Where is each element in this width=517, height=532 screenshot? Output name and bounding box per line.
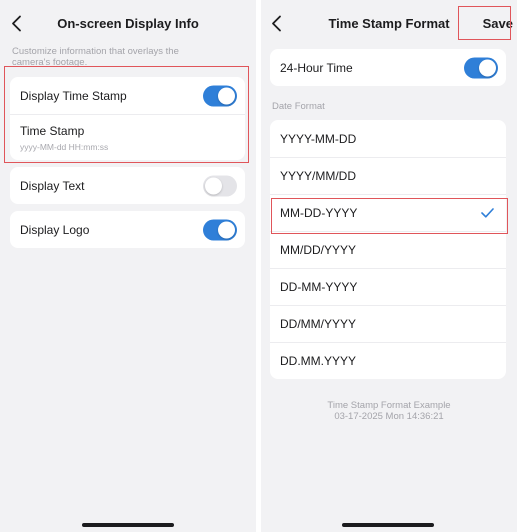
hour-format-card: 24-Hour Time — [270, 49, 506, 86]
display-logo-toggle[interactable] — [203, 219, 237, 240]
osd-header: On-screen Display Info — [0, 0, 256, 46]
display-logo-card: Display Logo — [10, 211, 245, 248]
display-time-stamp-row[interactable]: Display Time Stamp — [10, 77, 245, 114]
date-format-section-label: Date Format — [272, 101, 325, 112]
osd-description: Customize information that overlays the … — [12, 46, 179, 66]
checkmark-icon — [481, 208, 494, 218]
24-hour-time-toggle[interactable] — [464, 57, 498, 78]
date-format-option[interactable]: MM/DD/YYYY — [270, 231, 506, 268]
display-text-card: Display Text — [10, 167, 245, 204]
date-format-option-label: YYYY/MM/DD — [280, 169, 357, 183]
24-hour-time-row[interactable]: 24-Hour Time — [270, 49, 506, 86]
date-format-option-label: MM/DD/YYYY — [280, 243, 357, 257]
time-stamp-card: Display Time Stamp Time Stamp yyyy-MM-dd… — [10, 77, 245, 160]
date-format-option-label: MM-DD-YYYY — [280, 206, 358, 220]
time-stamp-value: yyyy-MM-dd HH:mm:ss — [20, 142, 109, 152]
date-format-option[interactable]: YYYY/MM/DD — [270, 157, 506, 194]
time-stamp-format-screen: Time Stamp Format Save 24-Hour Time Date… — [261, 0, 517, 532]
date-format-option-label: YYYY-MM-DD — [280, 131, 357, 146]
date-format-option-label: DD-MM-YYYY — [280, 280, 358, 294]
date-format-option-label: DD/MM/YYYY — [280, 317, 357, 331]
format-header: Time Stamp Format Save — [261, 0, 517, 46]
date-format-option-selected[interactable]: MM-DD-YYYY — [270, 194, 506, 231]
home-indicator — [342, 523, 434, 527]
display-text-row[interactable]: Display Text — [10, 167, 245, 204]
home-indicator — [82, 523, 174, 527]
display-logo-label: Display Logo — [20, 222, 90, 237]
display-text-toggle[interactable] — [203, 175, 237, 196]
format-example-value: 03-17-2025 Mon 14:36:21 — [334, 411, 444, 422]
format-example-label: Time Stamp Format Example — [327, 400, 451, 411]
page-title: Time Stamp Format — [328, 16, 450, 31]
display-text-label: Display Text — [20, 178, 85, 193]
date-format-list: YYYY-MM-DD YYYY/MM/DD MM-DD-YYYY MM/DD/Y… — [270, 120, 506, 379]
page-title: On-screen Display Info — [57, 16, 199, 31]
date-format-option[interactable]: YYYY-MM-DD — [270, 120, 506, 157]
date-format-option-label: DD.MM.YYYY — [280, 354, 357, 368]
time-stamp-format-row[interactable]: Time Stamp yyyy-MM-dd HH:mm:ss — [10, 114, 245, 160]
date-format-option[interactable]: DD.MM.YYYY — [270, 342, 506, 379]
date-format-option[interactable]: DD-MM-YYYY — [270, 268, 506, 305]
date-format-option[interactable]: DD/MM/YYYY — [270, 305, 506, 342]
save-button[interactable]: Save — [483, 16, 513, 31]
display-logo-row[interactable]: Display Logo — [10, 211, 245, 248]
time-stamp-label: Time Stamp — [20, 124, 85, 138]
display-time-stamp-label: Display Time Stamp — [20, 88, 127, 103]
format-example: Time Stamp Format Example 03-17-2025 Mon… — [261, 400, 517, 422]
display-time-stamp-toggle[interactable] — [203, 85, 237, 106]
24-hour-time-label: 24-Hour Time — [280, 60, 353, 75]
osd-info-screen: On-screen Display Info Customize informa… — [0, 0, 256, 532]
